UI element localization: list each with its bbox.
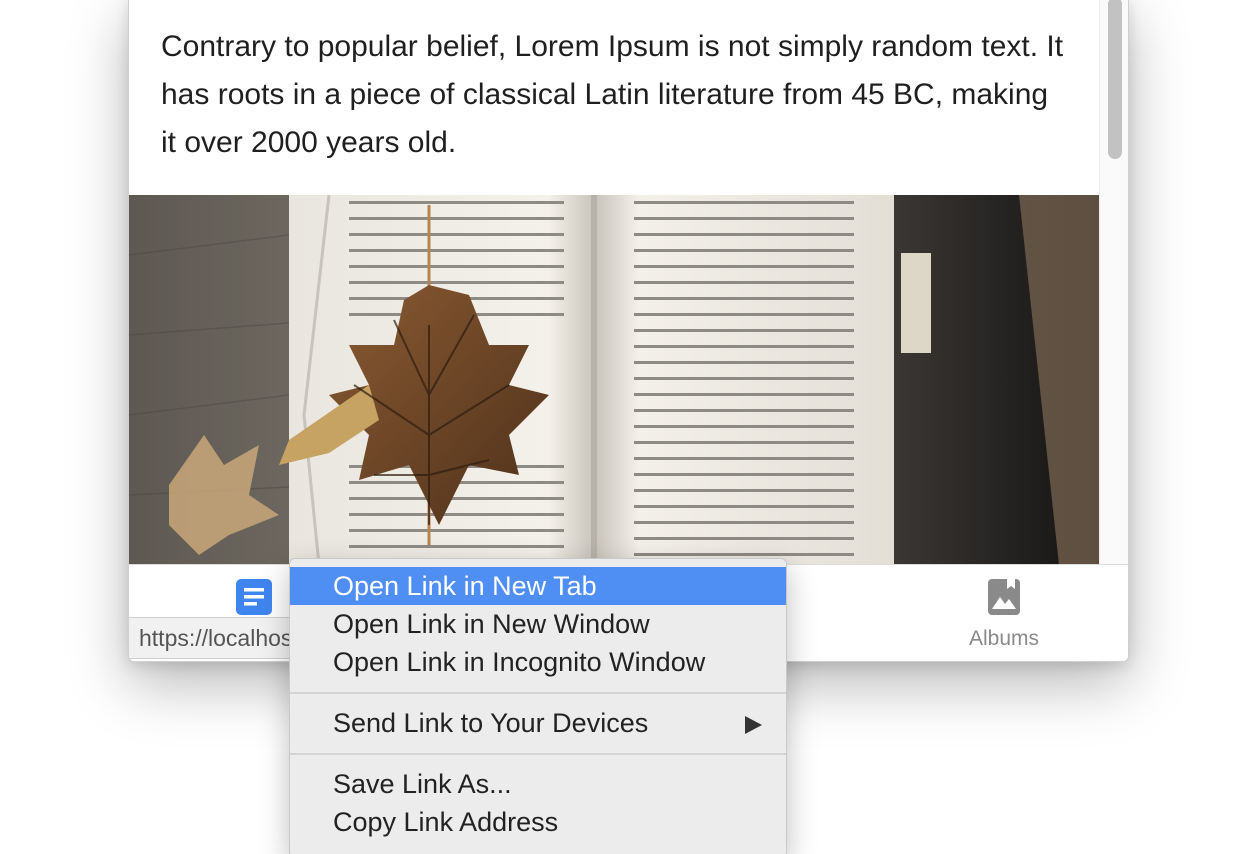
menu-item-save-link-as[interactable]: Save Link As... xyxy=(290,765,786,803)
menu-item-send-link-label: Send Link to Your Devices xyxy=(333,708,649,738)
submenu-arrow-icon xyxy=(745,716,762,734)
vertical-scrollbar[interactable] xyxy=(1099,0,1128,565)
hero-image xyxy=(129,195,1099,565)
menu-separator xyxy=(290,692,786,694)
context-menu: Open Link in New Tab Open Link in New Wi… xyxy=(289,558,787,854)
menu-item-copy-link-address[interactable]: Copy Link Address xyxy=(290,803,786,841)
open-book-with-leaf-image xyxy=(129,195,1099,565)
photo-album-icon xyxy=(988,579,1020,615)
document-icon xyxy=(236,579,272,615)
menu-item-open-link-in-new-tab[interactable]: Open Link in New Tab xyxy=(290,567,786,605)
menu-item-open-link-in-incognito-window[interactable]: Open Link in Incognito Window xyxy=(290,643,786,681)
scrollbar-thumb[interactable] xyxy=(1108,0,1122,159)
menu-separator xyxy=(290,753,786,755)
tab-albums[interactable]: Albums xyxy=(944,565,1064,661)
article-paragraph: Contrary to popular belief, Lorem Ipsum … xyxy=(161,30,1064,159)
menu-item-send-link-to-devices[interactable]: Send Link to Your Devices xyxy=(290,704,786,742)
page-content: Contrary to popular belief, Lorem Ipsum … xyxy=(129,0,1099,565)
tab-albums-label: Albums xyxy=(968,627,1040,650)
menu-item-open-link-in-new-window[interactable]: Open Link in New Window xyxy=(290,605,786,643)
